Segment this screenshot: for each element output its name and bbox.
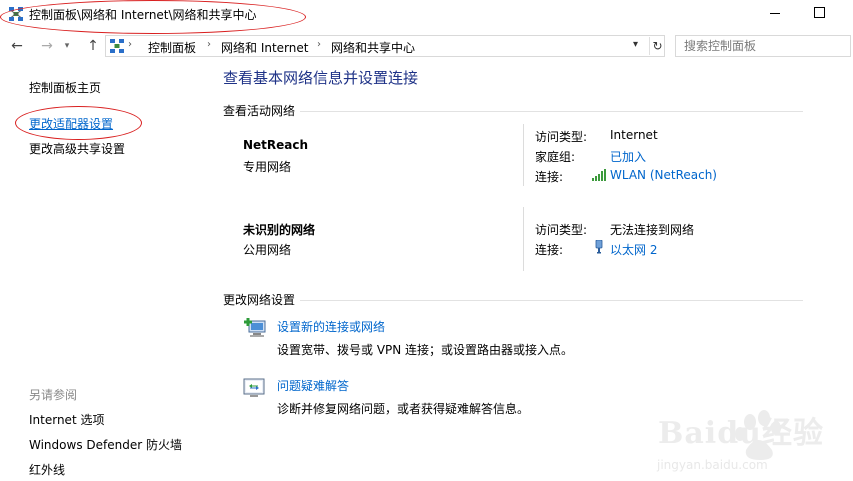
see-also-internet-options[interactable]: Internet 选项 [29, 411, 104, 428]
access-type-value: 无法连接到网络 [610, 223, 695, 237]
access-type-label: 访问类型: [535, 130, 588, 144]
connection-label: 连接: [535, 243, 564, 257]
forward-arrow-icon[interactable]: → [38, 37, 56, 55]
chevron-right-icon[interactable]: › [207, 39, 211, 50]
window-title: 控制面板\网络和 Internet\网络和共享中心 [29, 8, 257, 22]
homegroup-link[interactable]: 已加入 [610, 148, 646, 165]
see-also-heading: 另请参阅 [29, 388, 78, 402]
connection-label: 连接: [535, 170, 564, 184]
breadcrumb-sharing-center[interactable]: 网络和共享中心 [331, 39, 415, 56]
sidebar-item-control-panel-home[interactable]: 控制面板主页 [29, 79, 101, 96]
page-title: 查看基本网络信息并设置连接 [223, 69, 419, 87]
refresh-icon[interactable]: ↻ [649, 37, 665, 55]
setup-new-connection-link[interactable]: 设置新的连接或网络 [277, 318, 385, 335]
watermark-url: jingyan.baidu.com [657, 458, 768, 472]
setup-new-connection-description: 设置宽带、拨号或 VPN 连接；或设置路由器或接入点。 [277, 343, 574, 357]
minimize-button[interactable] [768, 6, 782, 20]
network-name: 未识别的网络 [243, 223, 316, 237]
troubleshoot-icon [243, 378, 265, 397]
network-divider [523, 124, 524, 186]
access-type-label: 访问类型: [535, 223, 588, 237]
troubleshoot-description: 诊断并修复网络问题，或者获得疑难解答信息。 [277, 402, 530, 416]
access-type-value: Internet [610, 128, 658, 142]
sidebar-item-advanced-sharing[interactable]: 更改高级共享设置 [29, 140, 125, 157]
recent-locations-chevron-icon[interactable]: ▾ [58, 37, 76, 55]
network-category: 公用网络 [243, 243, 292, 257]
new-connection-icon [244, 318, 266, 337]
chevron-right-icon[interactable]: › [317, 39, 321, 50]
network-category: 专用网络 [243, 160, 292, 174]
section-divider [300, 300, 803, 301]
change-settings-heading: 更改网络设置 [223, 291, 300, 308]
active-networks-heading: 查看活动网络 [223, 102, 300, 119]
see-also-firewall[interactable]: Windows Defender 防火墙 [29, 436, 182, 453]
title-bar: 控制面板\网络和 Internet\网络和共享中心 [0, 0, 853, 34]
chevron-right-icon[interactable]: › [128, 39, 132, 50]
breadcrumb-network-internet[interactable]: 网络和 Internet [221, 39, 308, 56]
address-dropdown-chevron-icon[interactable]: ▾ [633, 39, 638, 50]
up-arrow-icon[interactable]: ↑ [84, 37, 102, 55]
sidebar-item-change-adapter-settings[interactable]: 更改适配器设置 [29, 115, 113, 132]
network-center-icon [9, 7, 23, 21]
search-box[interactable] [675, 35, 851, 57]
address-bar[interactable]: › 控制面板 › 网络和 Internet › 网络和共享中心 ▾ ↻ [105, 35, 665, 57]
see-also-infrared[interactable]: 红外线 [29, 461, 65, 478]
network-divider [523, 207, 524, 271]
wlan-connection-link[interactable]: WLAN (NetReach) [610, 168, 717, 182]
back-arrow-icon[interactable]: ← [8, 37, 26, 55]
breadcrumb-control-panel[interactable]: 控制面板 [148, 39, 196, 56]
network-name: NetReach [243, 138, 309, 152]
maximize-button[interactable] [814, 7, 825, 18]
section-divider [300, 111, 803, 112]
homegroup-label: 家庭组: [535, 150, 576, 164]
network-center-icon [110, 39, 124, 53]
search-input[interactable] [676, 36, 850, 56]
navigation-bar: ← → ▾ ↑ › 控制面板 › 网络和 Internet › 网络和共享中心 … [0, 33, 853, 59]
watermark-text: Baidu经验 [658, 416, 824, 451]
troubleshoot-link[interactable]: 问题疑难解答 [277, 377, 349, 394]
wifi-signal-icon [592, 169, 606, 181]
ethernet-connection-link[interactable]: 以太网 2 [610, 241, 657, 258]
ethernet-icon [595, 240, 603, 254]
